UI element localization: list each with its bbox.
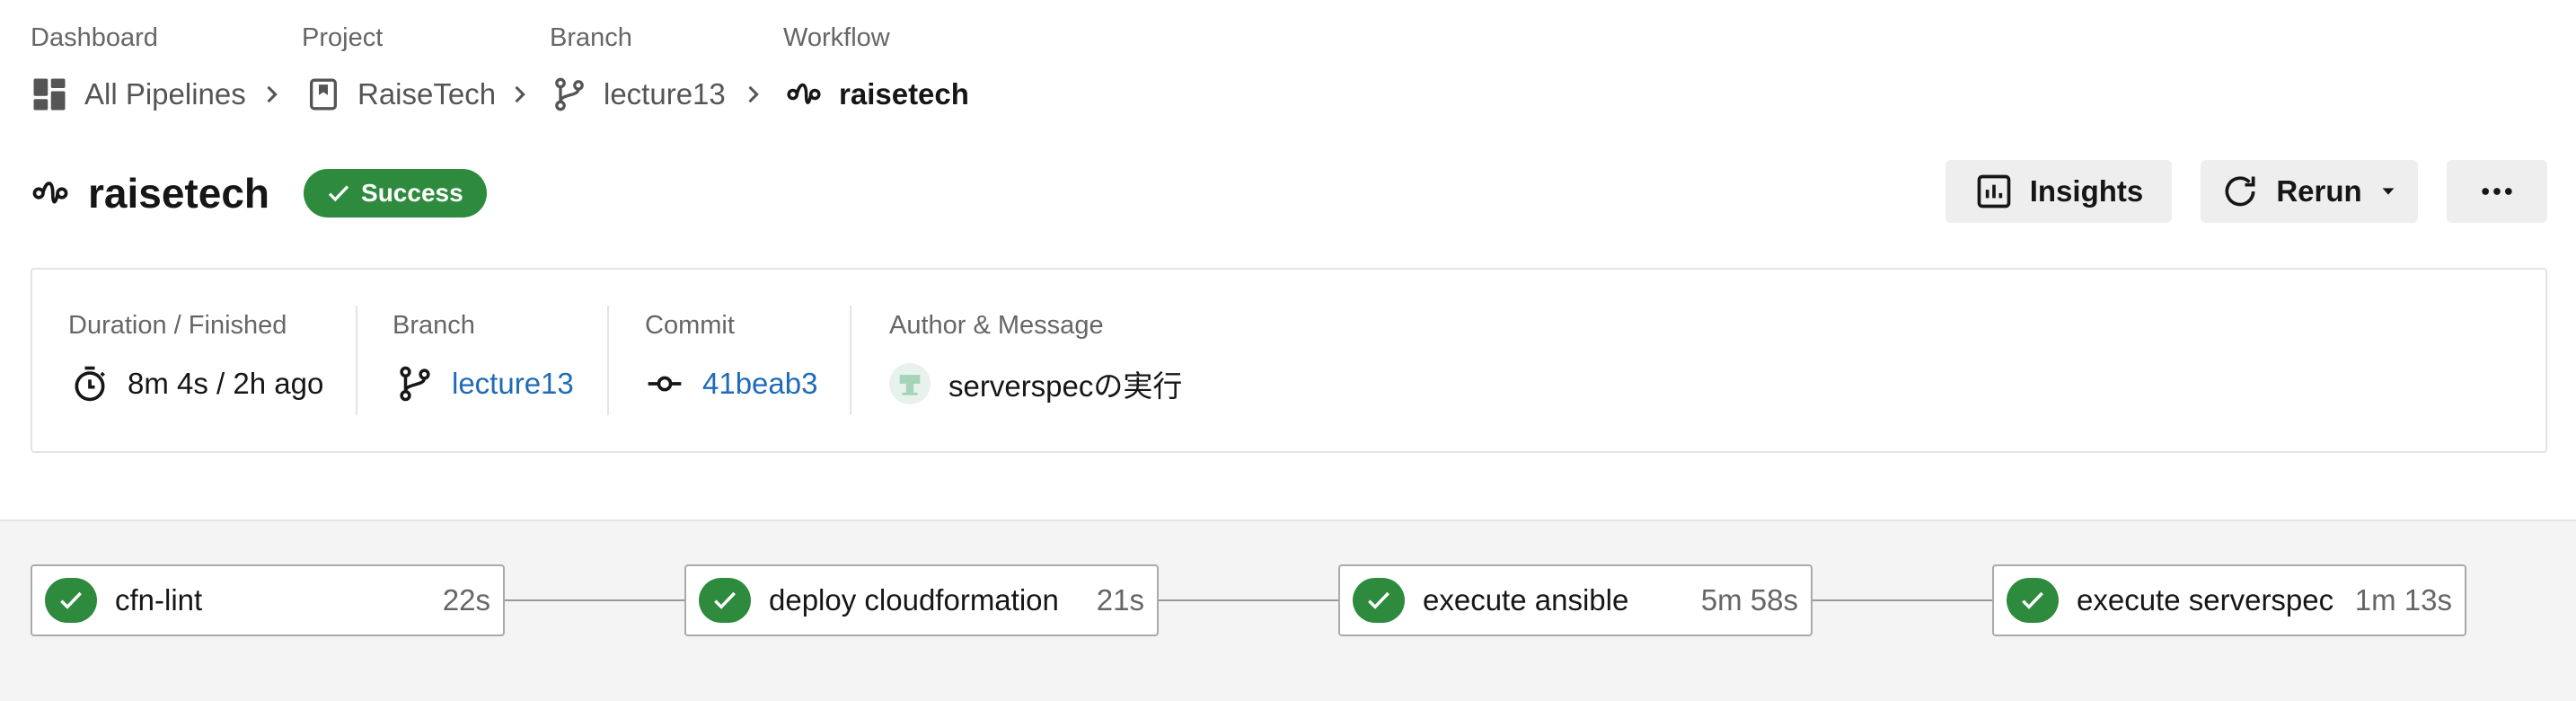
branch-value[interactable]: lecture13 bbox=[396, 361, 574, 406]
more-icon bbox=[2477, 172, 2517, 211]
duration-label: Duration / Finished bbox=[68, 311, 287, 340]
chevron-right-icon bbox=[507, 82, 532, 107]
job-duration: 22s bbox=[442, 583, 490, 617]
job-connector bbox=[505, 599, 684, 601]
divider bbox=[850, 306, 851, 415]
branch-icon bbox=[551, 76, 587, 112]
commit-icon bbox=[645, 364, 684, 404]
insights-button-label: Insights bbox=[2029, 174, 2144, 208]
breadcrumb-label-branch: Branch bbox=[550, 23, 632, 52]
job-name: deploy cloudformation bbox=[769, 583, 1059, 617]
breadcrumb-workflow[interactable]: raisetech bbox=[785, 72, 969, 117]
workflow-icon bbox=[31, 173, 70, 213]
commit-link[interactable]: 41beab3 bbox=[702, 367, 817, 401]
commit-message: serverspecの実行 bbox=[948, 369, 1183, 403]
duration-text: 8m 4s / 2h ago bbox=[128, 367, 324, 400]
avatar bbox=[889, 363, 931, 404]
commit-value[interactable]: 41beab3 bbox=[645, 361, 817, 406]
success-check-icon bbox=[45, 578, 97, 623]
branch-icon bbox=[396, 365, 434, 403]
stopwatch-icon bbox=[70, 364, 110, 404]
author-message-value: serverspecの実行 bbox=[889, 361, 1182, 406]
job-node-execute-ansible[interactable]: execute ansible 5m 58s bbox=[1338, 564, 1813, 636]
success-check-icon bbox=[699, 578, 751, 623]
check-icon bbox=[325, 180, 352, 207]
pipeline-summary-card bbox=[31, 268, 2547, 453]
duration-value: 8m 4s / 2h ago bbox=[70, 361, 323, 406]
success-check-icon bbox=[2007, 578, 2059, 623]
more-options-button[interactable] bbox=[2447, 160, 2547, 223]
job-node-deploy-cloudformation[interactable]: deploy cloudformation 21s bbox=[684, 564, 1159, 636]
job-node-execute-serverspec[interactable]: execute serverspec 1m 13s bbox=[1992, 564, 2466, 636]
status-badge-text: Success bbox=[361, 179, 463, 207]
job-duration: 5m 58s bbox=[1700, 583, 1798, 617]
job-connector bbox=[1813, 599, 1992, 601]
breadcrumb-branch-text: lecture13 bbox=[604, 77, 726, 111]
breadcrumb-all-pipelines-text: All Pipelines bbox=[84, 77, 246, 111]
job-node-cfn-lint[interactable]: cfn-lint 22s bbox=[31, 564, 505, 636]
job-name: execute serverspec bbox=[2077, 583, 2334, 617]
job-name: execute ansible bbox=[1423, 583, 1629, 617]
breadcrumb-label-workflow: Workflow bbox=[783, 23, 890, 52]
breadcrumb-label-project: Project bbox=[302, 23, 384, 52]
page-title: raisetech bbox=[88, 170, 270, 217]
rerun-button[interactable]: Rerun bbox=[2201, 160, 2418, 223]
project-icon bbox=[305, 76, 341, 112]
breadcrumb-label-dashboard: Dashboard bbox=[31, 23, 158, 52]
insights-button[interactable]: Insights bbox=[1945, 160, 2172, 223]
divider bbox=[607, 306, 609, 415]
job-duration: 1m 13s bbox=[2354, 583, 2452, 617]
breadcrumb-project[interactable]: RaiseTech bbox=[305, 72, 496, 117]
divider bbox=[356, 306, 357, 415]
breadcrumb-project-text: RaiseTech bbox=[357, 77, 497, 111]
breadcrumb-branch[interactable]: lecture13 bbox=[551, 72, 726, 117]
job-duration: 21s bbox=[1096, 583, 1144, 617]
job-connector bbox=[1159, 599, 1338, 601]
page-header: raisetech Success bbox=[31, 162, 487, 225]
dashboard-icon bbox=[31, 75, 68, 113]
author-message-label: Author & Message bbox=[889, 311, 1104, 340]
branch-label: Branch bbox=[393, 311, 475, 340]
status-badge: Success bbox=[304, 169, 487, 217]
breadcrumb-all-pipelines[interactable]: All Pipelines bbox=[31, 72, 246, 117]
commit-label: Commit bbox=[645, 311, 735, 340]
chevron-right-icon bbox=[740, 82, 765, 107]
job-name: cfn-lint bbox=[115, 583, 203, 617]
success-check-icon bbox=[1353, 578, 1405, 623]
branch-link[interactable]: lecture13 bbox=[452, 367, 574, 401]
refresh-icon bbox=[2220, 172, 2260, 211]
insights-icon bbox=[1974, 172, 2014, 211]
rerun-button-label: Rerun bbox=[2276, 174, 2362, 208]
workflow-icon bbox=[785, 75, 823, 113]
breadcrumb-workflow-text: raisetech bbox=[839, 77, 969, 111]
chevron-right-icon bbox=[259, 82, 284, 107]
caret-down-icon bbox=[2378, 182, 2398, 201]
